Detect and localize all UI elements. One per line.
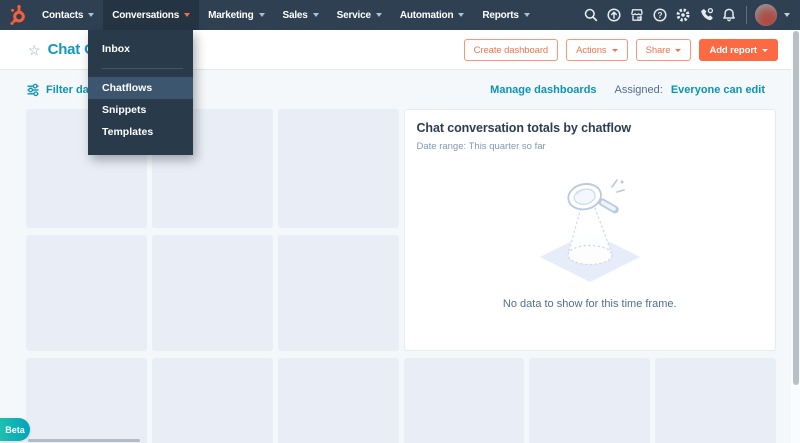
hubspot-logo[interactable] — [3, 0, 33, 30]
nav-item-label: Sales — [282, 9, 308, 21]
nav-divider — [746, 6, 747, 24]
chevron-down-icon — [523, 13, 530, 17]
search-icon[interactable] — [579, 3, 602, 27]
nav-item-label: Contacts — [42, 9, 84, 21]
nav-item-label: Conversations — [112, 9, 180, 21]
button-label: Create dashboard — [473, 44, 549, 56]
menu-divider — [102, 68, 183, 69]
chevron-down-icon — [375, 13, 382, 17]
nav-item-service[interactable]: Service — [328, 0, 391, 30]
button-label: Add report — [709, 44, 757, 56]
placeholder-card — [655, 358, 776, 443]
chevron-down-icon — [184, 13, 191, 17]
user-avatar[interactable] — [755, 4, 777, 26]
placeholder-card — [403, 358, 525, 443]
beta-badge[interactable]: Beta — [0, 418, 30, 441]
dashboard-grid: Chat conversation totals by chatflow Dat… — [26, 109, 776, 443]
menu-item-inbox[interactable]: Inbox — [88, 38, 193, 60]
create-dashboard-button[interactable]: Create dashboard — [463, 39, 559, 61]
chevron-down-icon — [675, 48, 682, 52]
nav-item-label: Service — [336, 9, 371, 21]
nav-item-label: Reports — [482, 9, 519, 21]
placeholder-card — [529, 358, 651, 443]
settings-icon[interactable] — [671, 3, 694, 27]
placeholder-card — [277, 109, 399, 228]
chevron-down-icon — [88, 13, 95, 17]
chat-totals-report-card: Chat conversation totals by chatflow Dat… — [403, 109, 776, 351]
chevron-down-icon — [611, 48, 618, 52]
nav-utilities: ? — [579, 3, 800, 27]
empty-state: No data to show for this time frame. — [417, 174, 764, 310]
favorite-star-icon[interactable]: ☆ — [28, 43, 41, 57]
calls-icon[interactable] — [694, 3, 717, 27]
assigned-value-link[interactable]: Everyone can edit — [671, 84, 765, 96]
nav-item-reports[interactable]: Reports — [473, 0, 538, 30]
filter-bar-right: Manage dashboards Assigned: Everyone can… — [490, 84, 765, 96]
horizontal-scrollbar-thumb[interactable] — [28, 439, 140, 442]
chevron-down-icon — [762, 48, 768, 52]
chevron-down-icon — [258, 13, 265, 17]
menu-item-snippets[interactable]: Snippets — [88, 99, 193, 121]
button-label: Share — [645, 44, 671, 56]
placeholder-card — [151, 358, 273, 443]
nav-menu: Contacts Conversations Marketing Sales S… — [33, 0, 539, 30]
assigned-label: Assigned: — [614, 83, 663, 96]
nav-item-sales[interactable]: Sales — [274, 0, 328, 30]
report-title: Chat conversation totals by chatflow — [416, 121, 632, 135]
menu-item-chatflows[interactable]: Chatflows — [88, 77, 193, 99]
actions-button[interactable]: Actions — [566, 39, 628, 61]
placeholder-card — [277, 358, 399, 443]
nav-item-contacts[interactable]: Contacts — [33, 0, 103, 30]
notifications-icon[interactable] — [717, 3, 740, 27]
conversations-dropdown-menu: Inbox Chatflows Snippets Templates — [88, 30, 193, 155]
button-label: Actions — [576, 44, 607, 56]
nav-item-label: Automation — [399, 9, 454, 21]
placeholder-card — [26, 235, 147, 351]
vertical-scrollbar-track — [791, 30, 800, 443]
placeholder-card — [26, 358, 147, 443]
report-date-range: Date range: This quarter so far — [416, 141, 546, 152]
upgrade-icon[interactable] — [602, 3, 625, 27]
add-report-button[interactable]: Add report — [699, 39, 778, 61]
chevron-down-icon — [458, 13, 465, 17]
account-chevron-down-icon[interactable] — [784, 13, 790, 17]
placeholder-card — [277, 235, 399, 351]
nav-item-automation[interactable]: Automation — [391, 0, 474, 30]
hubspot-dashboard-page: { "nav": { "items": [ { "label": "Contac… — [0, 0, 800, 443]
manage-dashboards-link[interactable]: Manage dashboards — [490, 84, 596, 96]
sprocket-icon — [9, 5, 25, 25]
nav-item-label: Marketing — [208, 9, 254, 21]
no-data-illustration-icon — [539, 179, 640, 282]
no-data-message: No data to show for this time frame. — [502, 298, 677, 310]
header-actions: Create dashboard Actions Share Add repor… — [463, 30, 778, 70]
top-navigation-bar: Contacts Conversations Marketing Sales S… — [0, 0, 800, 30]
svg-text:?: ? — [657, 11, 662, 20]
filter-sliders-icon — [27, 83, 39, 96]
nav-item-conversations[interactable]: Conversations — [103, 0, 200, 30]
vertical-scrollbar-thumb[interactable] — [793, 31, 799, 385]
help-icon[interactable]: ? — [648, 3, 671, 27]
menu-item-templates[interactable]: Templates — [88, 121, 193, 143]
chevron-down-icon — [312, 13, 319, 17]
share-button[interactable]: Share — [635, 39, 692, 61]
nav-item-marketing[interactable]: Marketing — [199, 0, 273, 30]
avatar-image — [755, 4, 777, 26]
placeholder-card — [151, 235, 273, 351]
marketplace-icon[interactable] — [625, 3, 648, 27]
